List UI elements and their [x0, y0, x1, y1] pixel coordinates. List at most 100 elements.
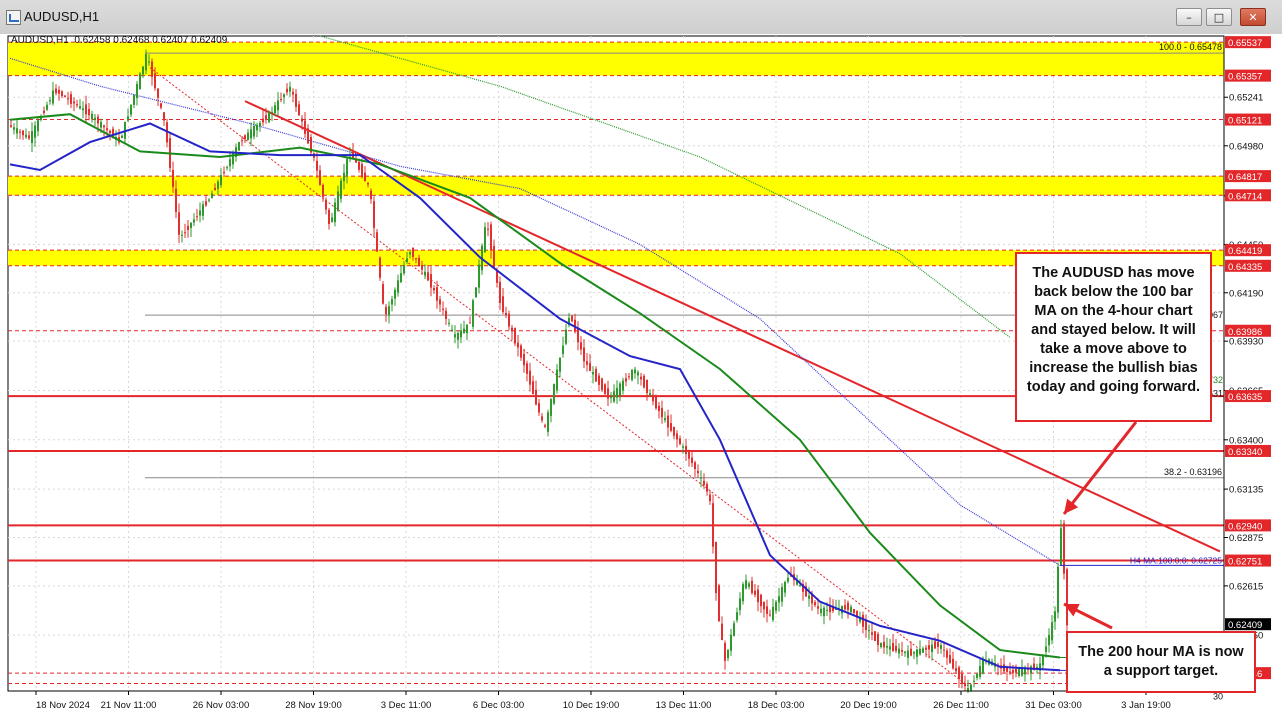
- price-level-tag-text: 0.63986: [1228, 327, 1262, 338]
- candle-body: [97, 116, 99, 124]
- candle-body: [538, 403, 540, 413]
- price-level-tag-text: 0.64335: [1228, 262, 1262, 273]
- candle-body: [1063, 523, 1065, 574]
- candle-body: [157, 88, 159, 98]
- fib-label: 100.0 - 0.65478: [1159, 42, 1222, 52]
- candle-body: [187, 225, 189, 230]
- candle-body: [49, 100, 51, 102]
- callout-support-target: The 200 hour MA is now a support target.: [1066, 631, 1256, 693]
- candle-body: [688, 450, 690, 459]
- candle-body: [823, 607, 825, 617]
- candle-body: [679, 438, 681, 445]
- close-button[interactable]: ✕: [1240, 8, 1266, 26]
- candle-body: [364, 172, 366, 182]
- candle-body: [526, 363, 528, 374]
- current-price-text: 0.62409: [1228, 620, 1262, 631]
- candle-body: [646, 380, 648, 394]
- candle-body: [241, 140, 243, 142]
- candle-body: [229, 159, 231, 167]
- candle-body: [403, 265, 405, 274]
- candle-body: [556, 369, 558, 391]
- candle-body: [667, 415, 669, 428]
- candle-body: [508, 313, 510, 327]
- candle-body: [565, 329, 567, 344]
- candle-body: [85, 104, 87, 115]
- maximize-button[interactable]: □: [1206, 8, 1232, 26]
- candle-body: [52, 90, 54, 104]
- candle-body: [1006, 667, 1008, 672]
- price-tick-label: 0.63135: [1229, 485, 1263, 496]
- minimize-button[interactable]: –: [1176, 8, 1202, 26]
- candle-body: [571, 315, 573, 322]
- candle-body: [676, 433, 678, 440]
- candle-body: [1012, 670, 1014, 673]
- candle-body: [826, 609, 828, 611]
- candle-body: [559, 357, 561, 372]
- candle-body: [379, 257, 381, 278]
- candle-body: [373, 201, 375, 228]
- candle-body: [259, 122, 261, 126]
- candle-body: [178, 212, 180, 235]
- candle-body: [286, 88, 288, 93]
- candle-body: [487, 228, 489, 230]
- candle-body: [862, 614, 864, 627]
- price-tick-label: 0.64980: [1229, 141, 1263, 152]
- window-title: AUDUSD,H1: [24, 9, 100, 24]
- candle-body: [721, 623, 723, 641]
- candle-body: [385, 306, 387, 315]
- candle-body: [916, 649, 918, 657]
- price-level-tag-text: 0.65357: [1228, 72, 1262, 83]
- time-tick-label: 28 Nov 19:00: [285, 700, 342, 711]
- candle-body: [388, 306, 390, 316]
- candle-body: [535, 389, 537, 405]
- candle-body: [847, 602, 849, 611]
- candle-body: [757, 589, 759, 603]
- candle-body: [319, 170, 321, 186]
- candle-body: [76, 103, 78, 106]
- candle-body: [304, 120, 306, 134]
- candle-body: [718, 585, 720, 621]
- candle-body: [256, 124, 258, 131]
- candle-body: [121, 135, 123, 138]
- candle-body: [913, 652, 915, 654]
- candle-body: [265, 115, 267, 120]
- candle-body: [211, 193, 213, 199]
- candle-body: [460, 330, 462, 338]
- chart-area[interactable]: 100.0 - 0.65478 38.2 - 0.63196 H4 MA:100:0…: [0, 34, 1282, 722]
- candle-body: [922, 648, 924, 653]
- candle-body: [925, 647, 927, 650]
- candle-body: [226, 167, 228, 169]
- candle-body: [919, 649, 921, 655]
- candle-body: [973, 680, 975, 682]
- time-tick-label: 26 Nov 03:00: [193, 700, 250, 711]
- time-tick-label: 20 Dec 19:00: [840, 700, 897, 711]
- candle-body: [340, 180, 342, 199]
- candle-body: [418, 257, 420, 267]
- candle-body: [160, 103, 162, 108]
- candle-body: [154, 73, 156, 89]
- candle-body: [934, 641, 936, 649]
- candle-body: [244, 135, 246, 140]
- candle-body: [544, 425, 546, 427]
- candle-body: [472, 300, 474, 327]
- candle-body: [430, 274, 432, 288]
- candle-body: [955, 668, 957, 672]
- candle-body: [511, 327, 513, 332]
- candle-body: [283, 94, 285, 98]
- candle-body: [1057, 566, 1059, 613]
- candle-body: [61, 91, 63, 96]
- candle-body: [967, 688, 969, 691]
- candle-body: [853, 609, 855, 613]
- candle-body: [268, 112, 270, 123]
- candle-body: [682, 446, 684, 448]
- time-tick-label: 18 Nov 2024: [36, 700, 90, 711]
- candle-body: [874, 631, 876, 641]
- price-level-tag-text: 0.62940: [1228, 521, 1262, 532]
- candle-body: [361, 164, 363, 178]
- candle-body: [262, 118, 264, 123]
- candle-body: [697, 470, 699, 474]
- candle-body: [940, 644, 942, 649]
- candle-body: [67, 98, 69, 100]
- candle-body: [301, 118, 303, 122]
- candle-body: [505, 312, 507, 316]
